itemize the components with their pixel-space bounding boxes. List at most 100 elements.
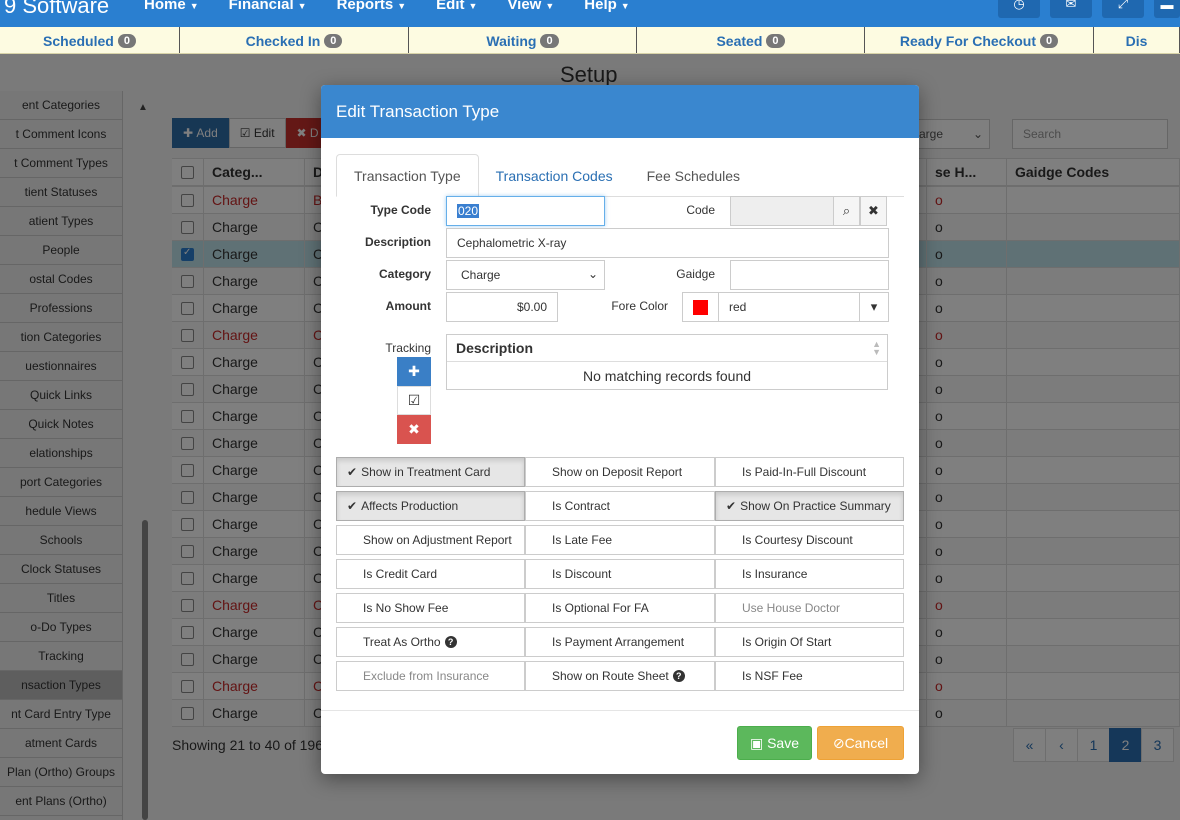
caret-down-icon: ▼ xyxy=(468,1,478,11)
toggle-treat-as-ortho[interactable]: Treat As Ortho? xyxy=(336,627,525,657)
toggle-is-no-show-fee[interactable]: Is No Show Fee xyxy=(336,593,525,623)
status-count-badge: 0 xyxy=(117,33,136,48)
expand-icon[interactable]: ⤢ xyxy=(1102,0,1144,18)
search-icon[interactable]: ⌕ xyxy=(833,196,860,226)
status-dis[interactable]: Dis xyxy=(1094,27,1180,53)
help-icon[interactable]: ? xyxy=(444,636,457,648)
tracking-table: Description ▲ ▼ No matching records found xyxy=(446,334,888,390)
status-count-badge: 0 xyxy=(766,33,785,48)
status-label: Checked In xyxy=(245,32,321,49)
menu-label: Help xyxy=(584,0,617,13)
toggle-label: Affects Production xyxy=(361,499,459,513)
status-waiting[interactable]: Waiting 0 xyxy=(409,27,637,53)
color-swatch-fill xyxy=(693,299,708,315)
gaidge-input[interactable] xyxy=(730,260,889,290)
clear-icon[interactable]: ✖ xyxy=(860,196,887,226)
toggle-exclude-from-insurance[interactable]: Exclude from Insurance xyxy=(336,661,525,691)
toggle-affects-production[interactable]: ✔ Affects Production xyxy=(336,491,525,521)
menu-home[interactable]: Home ▼ xyxy=(144,0,199,13)
toggle-is-late-fee[interactable]: Is Late Fee xyxy=(525,525,715,555)
toggle-is-discount[interactable]: Is Discount xyxy=(525,559,715,589)
toggle-show-in-treatment-card[interactable]: ✔ Show in Treatment Card xyxy=(336,457,525,487)
color-swatch[interactable] xyxy=(682,292,719,322)
toggle-show-on-route-sheet[interactable]: Show on Route Sheet? xyxy=(525,661,715,691)
status-checked-in[interactable]: Checked In 0 xyxy=(180,27,409,53)
status-seated[interactable]: Seated 0 xyxy=(637,27,865,53)
toggle-is-contract[interactable]: Is Contract xyxy=(525,491,715,521)
caret-down-icon: ▼ xyxy=(397,1,407,11)
save-button[interactable]: ▣ Save xyxy=(737,726,812,760)
check-icon: ✔ xyxy=(726,499,737,513)
category-select[interactable]: Charge ⌄ xyxy=(446,260,605,290)
menu-edit[interactable]: Edit ▼ xyxy=(436,0,477,13)
tracking-column-description[interactable]: Description ▲ ▼ xyxy=(447,335,887,362)
toggle-is-payment-arrangement[interactable]: Is Payment Arrangement xyxy=(525,627,715,657)
tab-transaction-type[interactable]: Transaction Type xyxy=(336,154,479,197)
type-code-input[interactable]: 020 xyxy=(446,196,605,226)
toggle-is-credit-card[interactable]: Is Credit Card xyxy=(336,559,525,589)
help-icon[interactable]: ? xyxy=(672,670,685,682)
menu-financial[interactable]: Financial ▼ xyxy=(229,0,307,13)
toggle-is-optional-for-fa[interactable]: Is Optional For FA xyxy=(525,593,715,623)
brand-logo[interactable]: 9 Software xyxy=(4,0,109,19)
tracking-empty-message: No matching records found xyxy=(582,367,752,384)
status-label: Ready For Checkout xyxy=(899,32,1036,49)
caret-down-icon: ▼ xyxy=(297,1,307,11)
fore-color-label: Fore Color xyxy=(611,299,668,313)
status-label: Scheduled xyxy=(43,32,114,49)
toggle-label: Treat As Ortho xyxy=(363,635,441,649)
code-input[interactable] xyxy=(730,196,834,226)
dialog-title: Edit Transaction Type xyxy=(321,85,919,138)
tab-fee-schedules[interactable]: Fee Schedules xyxy=(630,154,757,197)
amount-input[interactable]: $0.00 xyxy=(446,292,558,322)
menu-label: View xyxy=(507,0,542,13)
toggle-label: Show on Adjustment Report xyxy=(363,533,512,547)
patient-status-bar: Scheduled 0 Checked In 0 Waiting 0 Seated 0 Read… xyxy=(0,27,1180,54)
toggle-label: Is Paid-In-Full Discount xyxy=(742,465,867,479)
description-input[interactable]: Cephalometric X-ray xyxy=(446,228,889,258)
tracking-edit-button[interactable]: ☑ xyxy=(397,386,431,415)
status-scheduled[interactable]: Scheduled 0 xyxy=(0,27,180,53)
top-navbar: 9 Software Home ▼ Financial ▼ Reports ▼ Edit ▼ V… xyxy=(0,0,1180,27)
menu-help[interactable]: Help ▼ xyxy=(584,0,629,13)
tracking-add-button[interactable]: ✚ xyxy=(397,357,431,386)
caret-down-icon[interactable]: ▾ xyxy=(859,292,889,322)
check-icon: ✔ xyxy=(347,499,358,513)
cancel-button[interactable]: ⊘ Cancel xyxy=(817,726,904,760)
toggle-label: Show on Deposit Report xyxy=(552,465,683,479)
plus-icon: ✚ xyxy=(408,363,420,379)
caret-down-icon: ▼ xyxy=(189,1,199,11)
tracking-delete-button[interactable]: ✖ xyxy=(397,415,431,444)
toggle-is-paid-in-full-discount[interactable]: Is Paid-In-Full Discount xyxy=(715,457,904,487)
toggle-label: Is Credit Card xyxy=(363,567,438,581)
status-label: Seated xyxy=(716,32,763,49)
status-count-badge: 0 xyxy=(540,33,559,48)
toggle-is-origin-of-start[interactable]: Is Origin Of Start xyxy=(715,627,904,657)
window-icon[interactable]: ▬ xyxy=(1154,0,1180,18)
fore-color-select[interactable]: red xyxy=(718,292,860,322)
toggle-show-on-practice-summary[interactable]: ✔ Show On Practice Summary xyxy=(715,491,904,521)
sort-icon: ▲ ▼ xyxy=(872,339,881,357)
clock-icon[interactable]: ◷ xyxy=(998,0,1040,18)
tab-transaction-codes[interactable]: Transaction Codes xyxy=(479,154,630,197)
caret-down-icon: ▼ xyxy=(620,1,630,11)
gaidge-label: Gaidge xyxy=(676,267,715,281)
toggle-label: Is Courtesy Discount xyxy=(742,533,853,547)
category-label: Category xyxy=(378,267,431,281)
toggle-label: Is Late Fee xyxy=(552,533,613,547)
status-count-badge: 0 xyxy=(324,33,343,48)
mail-icon[interactable]: ✉ xyxy=(1050,0,1092,18)
status-ready-for-checkout[interactable]: Ready For Checkout 0 xyxy=(865,27,1094,53)
toggle-show-on-deposit-report[interactable]: Show on Deposit Report xyxy=(525,457,715,487)
toggle-label: Show in Treatment Card xyxy=(361,465,491,479)
toggle-is-courtesy-discount[interactable]: Is Courtesy Discount xyxy=(715,525,904,555)
toggle-is-nsf-fee[interactable]: Is NSF Fee xyxy=(715,661,904,691)
toggle-is-insurance[interactable]: Is Insurance xyxy=(715,559,904,589)
menu-reports[interactable]: Reports ▼ xyxy=(337,0,407,13)
toggle-use-house-doctor[interactable]: Use House Doctor xyxy=(715,593,904,623)
transaction-flags: ✔ Show in Treatment Card Show on Deposit R… xyxy=(336,457,904,691)
menu-view[interactable]: View ▼ xyxy=(507,0,554,13)
description-label: Description xyxy=(364,235,431,249)
toggle-show-on-adjustment-report[interactable]: Show on Adjustment Report xyxy=(336,525,525,555)
toggle-label: Is Optional For FA xyxy=(552,601,649,615)
